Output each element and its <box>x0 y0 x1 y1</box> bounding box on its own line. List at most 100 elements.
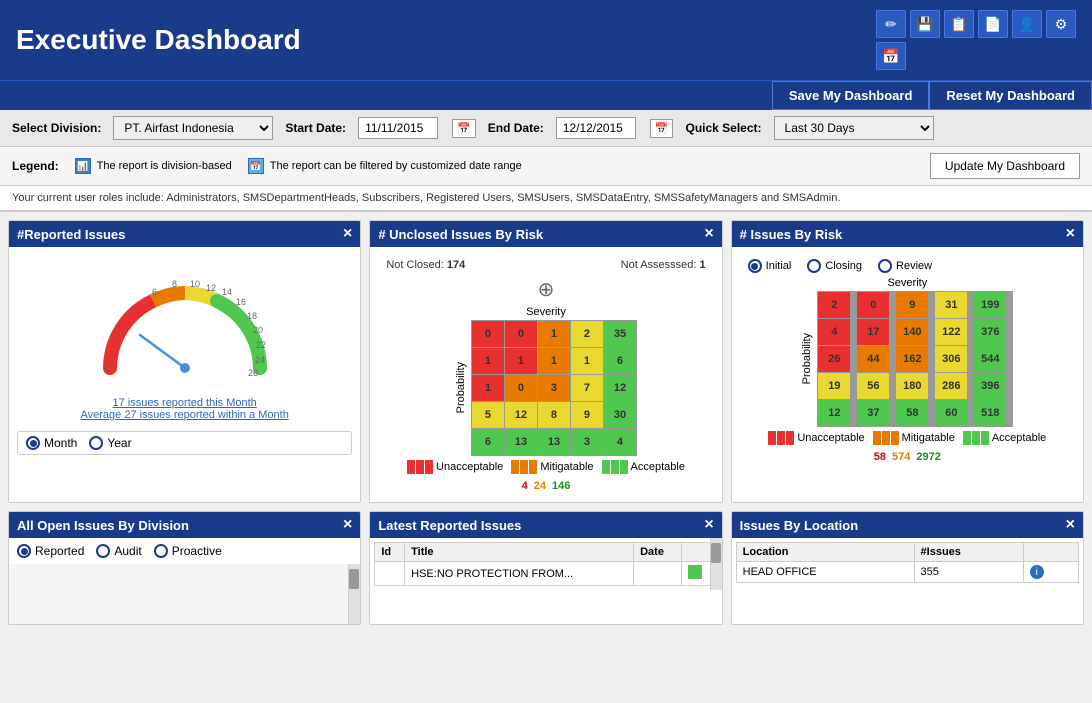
matrix-cell[interactable]: 9 <box>571 402 603 428</box>
matrix-cell[interactable]: 26 <box>818 346 850 372</box>
matrix-cell[interactable]: 13 <box>505 429 537 455</box>
svg-text:26: 26 <box>248 368 258 378</box>
svg-text:18: 18 <box>247 311 257 321</box>
clipboard-icon[interactable]: 📋 <box>944 10 974 38</box>
matrix-cell[interactable]: 2 <box>818 292 850 318</box>
matrix-cell[interactable]: 0 <box>857 292 889 318</box>
matrix-cell[interactable]: 1 <box>505 348 537 374</box>
closing-radio[interactable]: Closing <box>807 259 862 273</box>
matrix-cell[interactable]: 12 <box>505 402 537 428</box>
division-select[interactable]: PT. Airfast Indonesia <box>113 116 273 140</box>
settings-icon[interactable]: ⚙ <box>1046 10 1076 38</box>
matrix-cell[interactable]: 3 <box>571 429 603 455</box>
month-radio[interactable]: Month <box>26 436 77 450</box>
matrix-cell[interactable]: 2 <box>571 321 603 347</box>
matrix-cell[interactable]: 6 <box>604 348 636 374</box>
matrix-cell[interactable]: 44 <box>857 346 889 372</box>
audit-radio[interactable]: Audit <box>96 544 141 558</box>
quick-select-label: Quick Select: <box>685 121 761 135</box>
matrix-cell[interactable]: 306 <box>935 346 967 372</box>
table-row[interactable]: HEAD OFFICE 355 i <box>736 562 1078 583</box>
matrix-cell[interactable]: 12 <box>818 400 850 426</box>
reported-issues-close-button[interactable]: × <box>343 226 352 242</box>
ibr-counts-row: 58 574 2972 <box>740 449 1075 465</box>
issues-by-location-close-button[interactable]: × <box>1066 517 1075 533</box>
start-date-calendar-button[interactable]: 📅 <box>452 119 476 138</box>
matrix-cell[interactable]: 31 <box>935 292 967 318</box>
matrix-cell[interactable]: 58 <box>896 400 928 426</box>
matrix-cell[interactable]: 0 <box>505 375 537 401</box>
severity-label-ibr: Severity <box>887 277 927 289</box>
matrix-cell[interactable]: 1 <box>472 348 504 374</box>
matrix-cell[interactable]: 0 <box>505 321 537 347</box>
unclosed-counts-row: 4 24 146 <box>378 478 713 494</box>
matrix-cell[interactable]: 376 <box>974 319 1006 345</box>
reported-radio[interactable]: Reported <box>17 544 84 558</box>
table-row[interactable]: HSE:NO PROTECTION FROM... <box>375 562 717 586</box>
quick-select-dropdown[interactable]: Last 30 Days <box>774 116 934 140</box>
document-icon[interactable]: 📄 <box>978 10 1008 38</box>
reset-dashboard-button[interactable]: Reset My Dashboard <box>929 81 1092 110</box>
end-date-calendar-button[interactable]: 📅 <box>650 119 674 138</box>
proactive-radio[interactable]: Proactive <box>154 544 222 558</box>
matrix-cell[interactable]: 4 <box>818 319 850 345</box>
matrix-cell[interactable]: 17 <box>857 319 889 345</box>
matrix-cell[interactable]: 56 <box>857 373 889 399</box>
user-icon[interactable]: 👤 <box>1012 10 1042 38</box>
matrix-cell[interactable]: 122 <box>935 319 967 345</box>
matrix-cell[interactable]: 518 <box>974 400 1006 426</box>
matrix-cell[interactable]: 35 <box>604 321 636 347</box>
end-date-input[interactable] <box>556 117 636 139</box>
matrix-cell[interactable]: 286 <box>935 373 967 399</box>
save-dashboard-button[interactable]: Save My Dashboard <box>772 81 930 110</box>
matrix-cell[interactable]: 37 <box>857 400 889 426</box>
matrix-cell[interactable]: 3 <box>538 375 570 401</box>
issues-by-location-header: Issues By Location × <box>732 512 1083 538</box>
initial-radio[interactable]: Initial <box>748 259 792 273</box>
review-radio[interactable]: Review <box>878 259 932 273</box>
info-icon[interactable]: i <box>1030 565 1044 579</box>
start-date-input[interactable] <box>358 117 438 139</box>
matrix-cell[interactable]: 1 <box>571 348 603 374</box>
division-scrollbar[interactable] <box>348 564 360 624</box>
latest-reported-close-button[interactable]: × <box>704 517 713 533</box>
matrix-cell[interactable]: 1 <box>472 375 504 401</box>
start-date-label: Start Date: <box>285 121 346 135</box>
matrix-cell[interactable]: 19 <box>818 373 850 399</box>
acceptable-legend: Acceptable <box>602 460 685 474</box>
year-radio[interactable]: Year <box>89 436 131 450</box>
matrix-cell[interactable]: 60 <box>935 400 967 426</box>
edit-icon[interactable]: ✏ <box>876 10 906 38</box>
matrix-cell[interactable]: 13 <box>538 429 570 455</box>
matrix-cell[interactable]: 199 <box>974 292 1006 318</box>
matrix-cell[interactable]: 30 <box>604 402 636 428</box>
matrix-cell[interactable]: 9 <box>896 292 928 318</box>
matrix-cell[interactable]: 544 <box>974 346 1006 372</box>
matrix-cell[interactable]: 7 <box>571 375 603 401</box>
matrix-cell[interactable]: 180 <box>896 373 928 399</box>
matrix-cell[interactable]: 162 <box>896 346 928 372</box>
matrix-cell[interactable]: 5 <box>472 402 504 428</box>
unclosed-issues-close-button[interactable]: × <box>704 226 713 242</box>
matrix-cell[interactable]: 8 <box>538 402 570 428</box>
issues-by-location-table: Location #Issues HEAD OFFICE 355 i <box>736 542 1079 583</box>
calendar-icon[interactable]: 📅 <box>876 42 906 70</box>
latest-reported-scroll-thumb[interactable] <box>711 543 721 563</box>
matrix-cell[interactable]: 6 <box>472 429 504 455</box>
row-info-btn[interactable]: i <box>1023 562 1078 583</box>
issues-by-risk-close-button[interactable]: × <box>1066 226 1075 242</box>
division-scroll-area[interactable] <box>9 564 360 624</box>
open-issues-division-close-button[interactable]: × <box>343 517 352 533</box>
matrix-cell[interactable]: 1 <box>538 348 570 374</box>
division-scroll-thumb[interactable] <box>349 569 359 589</box>
matrix-cell[interactable]: 12 <box>604 375 636 401</box>
division-radio-group: Reported Audit Proactive <box>9 538 360 564</box>
matrix-cell[interactable]: 0 <box>472 321 504 347</box>
update-dashboard-button[interactable]: Update My Dashboard <box>930 153 1080 179</box>
matrix-cell[interactable]: 4 <box>604 429 636 455</box>
matrix-cell[interactable]: 396 <box>974 373 1006 399</box>
latest-reported-scrollbar[interactable] <box>710 538 722 590</box>
matrix-cell[interactable]: 140 <box>896 319 928 345</box>
matrix-cell[interactable]: 1 <box>538 321 570 347</box>
save-icon[interactable]: 💾 <box>910 10 940 38</box>
